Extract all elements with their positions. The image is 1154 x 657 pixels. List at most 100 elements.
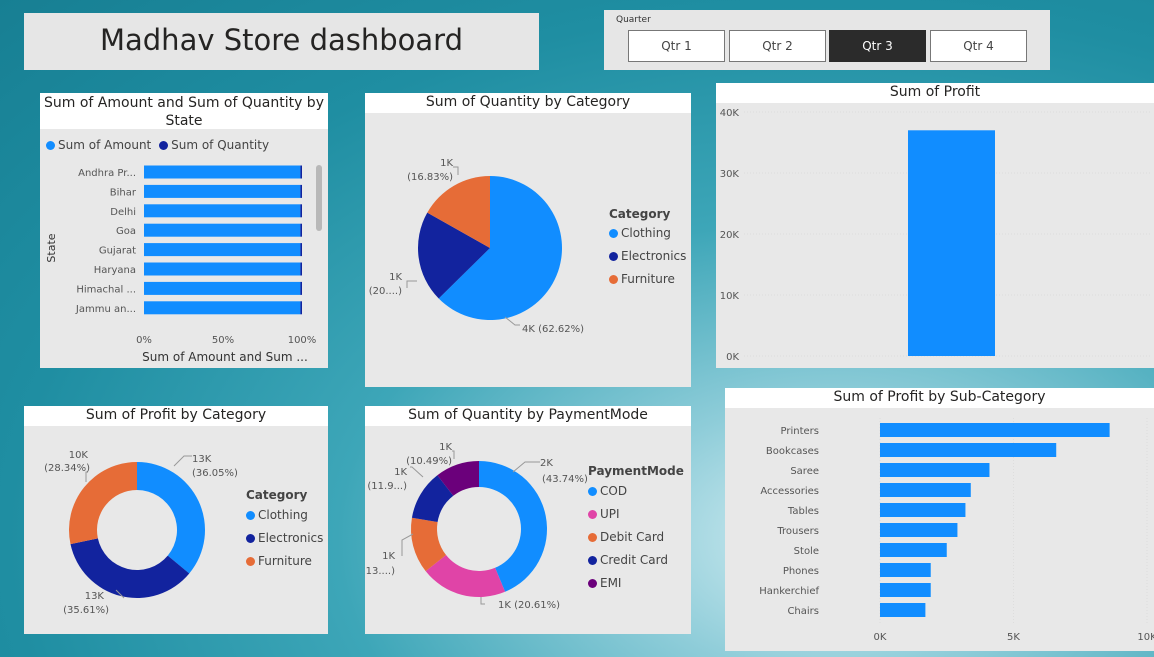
quarter-slicer: Quarter Qtr 1 Qtr 2 Qtr 3 Qtr 4 (604, 10, 1050, 70)
slicer-option-qtr1[interactable]: Qtr 1 (628, 30, 725, 62)
legend-dot (246, 511, 255, 520)
legend-label: Furniture (621, 272, 675, 286)
legend-label: COD (600, 484, 628, 498)
legend-item-furniture[interactable]: Furniture (246, 554, 312, 568)
profit-category-panel: Sum of Profit by Category 13K (36.05%) 13K… (24, 406, 328, 634)
y-tick-label: Goa (116, 226, 136, 237)
data-label: (11.9...) (367, 481, 407, 492)
slicer-option-qtr4[interactable]: Qtr 4 (930, 30, 1027, 62)
quantity-category-pie: 4K (62.62%) 1K (20....) 1K (16.83%) (369, 158, 584, 335)
legend-item-credit-card[interactable]: Credit Card (588, 553, 668, 567)
data-label: (36.05%) (192, 468, 238, 479)
y-tick-label: 20K (720, 230, 740, 241)
legend-label: Electronics (258, 531, 324, 545)
y-tick-label: Hankerchief (759, 586, 819, 597)
legend-label: UPI (600, 507, 620, 521)
y-tick-label: Phones (783, 566, 819, 577)
bar-quantity (300, 165, 302, 179)
bar-quantity (300, 301, 302, 315)
y-tick-label: Chairs (787, 606, 819, 617)
y-tick-label: 30K (720, 169, 740, 180)
leader-line (453, 166, 459, 175)
data-label: 10K (69, 450, 89, 461)
data-label: 4K (62.62%) (522, 324, 584, 335)
bar-quantity (300, 223, 302, 237)
bar-quantity (300, 243, 302, 257)
y-tick-label: Gujarat (99, 246, 136, 257)
data-label: 1K (20.61%) (498, 600, 560, 611)
bar-quantity (300, 281, 302, 295)
legend-dot (588, 487, 597, 496)
legend-title: PaymentMode (588, 464, 684, 478)
bar-stole (880, 543, 947, 557)
legend-item-cod[interactable]: COD (588, 484, 627, 498)
bar-quantity (300, 262, 302, 276)
y-tick-label: Accessories (760, 486, 819, 497)
leader-line (401, 533, 414, 556)
x-tick-label: 100% (288, 335, 317, 346)
y-axis-label: State (45, 233, 58, 262)
legend-label: Clothing (621, 226, 671, 240)
legend-item-furniture[interactable]: Furniture (609, 272, 675, 286)
legend-dot (588, 510, 597, 519)
legend-label: Credit Card (600, 553, 668, 567)
legend-dot (588, 579, 597, 588)
legend-dot (609, 275, 618, 284)
legend-label: EMI (600, 576, 622, 590)
legend-dot (588, 556, 597, 565)
bar-amount (144, 262, 301, 276)
legend-title: Category (609, 207, 671, 221)
legend-item-electronics[interactable]: Electronics (246, 531, 323, 545)
state-bar-chart: State Sum of Amount and Sum ... Andhra P… (45, 165, 322, 364)
data-label: 13K (192, 454, 212, 465)
slicer-option-qtr2[interactable]: Qtr 2 (729, 30, 826, 62)
title-panel: Madhav Store dashboard (24, 13, 539, 70)
data-label: (28.34%) (44, 463, 90, 474)
scrollbar-thumb[interactable] (316, 165, 322, 231)
legend-item-clothing[interactable]: Clothing (246, 508, 308, 522)
column-bar (908, 130, 995, 356)
data-label: (20....) (369, 286, 402, 297)
x-tick-label: 50% (212, 335, 234, 346)
bar-amount (144, 184, 301, 198)
leader-line (410, 466, 424, 478)
bar-amount (144, 223, 301, 237)
payment-mode-donut: 2K (43.74%) 1K (20.61%) 1K (13....) 1K (11.9..… (365, 442, 588, 611)
y-tick-label: Haryana (94, 265, 136, 276)
leader-line (504, 316, 520, 326)
y-tick-label: Himachal ... (76, 284, 136, 295)
legend-item-clothing[interactable]: Clothing (609, 226, 671, 240)
data-label: (16.83%) (407, 172, 453, 183)
y-tick-label: Jammu an... (75, 304, 136, 315)
y-tick-label: 40K (720, 108, 740, 119)
bar-quantity (300, 204, 302, 218)
legend-item-debit-card[interactable]: Debit Card (588, 530, 664, 544)
bar-bookcases (880, 443, 1057, 457)
y-tick-label: Trousers (776, 526, 819, 537)
y-tick-label: Bihar (110, 187, 137, 198)
legend-item-electronics[interactable]: Electronics (609, 249, 686, 263)
y-tick-label: 10K (720, 291, 740, 302)
legend-dot (609, 252, 618, 261)
bar-amount (144, 243, 301, 257)
quantity-category-panel: Sum of Quantity by Category 4K (62.62%) 1… (365, 93, 691, 387)
y-tick-label: Delhi (110, 207, 136, 218)
legend-dot (609, 229, 618, 238)
bar-phones (880, 563, 931, 577)
x-tick-label: 0% (136, 335, 152, 346)
legend-item-emi[interactable]: EMI (588, 576, 621, 590)
legend-item-upi[interactable]: UPI (588, 507, 620, 521)
page-title: Madhav Store dashboard (99, 23, 463, 57)
data-label: (43.74%) (542, 474, 588, 485)
data-label: 1K (439, 442, 452, 453)
y-tick-label: Stole (794, 546, 819, 557)
slice-electronics (70, 538, 190, 598)
leader-line (480, 597, 485, 605)
y-tick-label: Tables (787, 506, 819, 517)
slice-furniture (69, 462, 137, 545)
slicer-option-qtr3[interactable]: Qtr 3 (829, 30, 926, 62)
data-label: 1K (389, 272, 402, 283)
data-label: 2K (540, 458, 553, 469)
data-label: (10.49%) (406, 456, 452, 467)
y-tick-label: Bookcases (766, 446, 819, 457)
